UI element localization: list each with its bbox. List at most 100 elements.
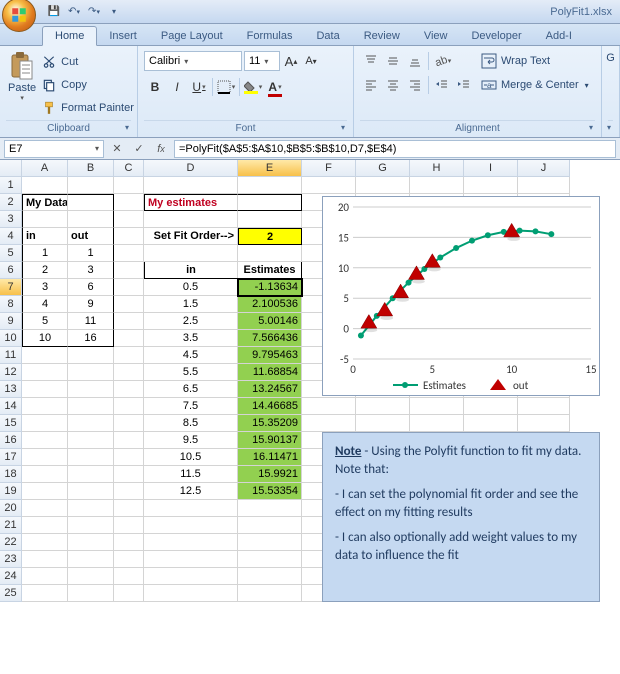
cell[interactable] [114,279,144,296]
cell[interactable] [144,585,238,602]
cell[interactable] [144,568,238,585]
cell[interactable]: 0.5 [144,279,238,296]
cell[interactable] [144,551,238,568]
cell[interactable] [114,313,144,330]
paste-dropdown[interactable]: ▾ [20,94,24,102]
cell[interactable]: 14.46685 [238,398,302,415]
cell[interactable] [238,177,302,194]
cell[interactable] [22,551,68,568]
cell[interactable] [518,415,570,432]
cell[interactable]: 4.5 [144,347,238,364]
row-header[interactable]: 12 [0,364,22,381]
tab-addins[interactable]: Add-I [534,27,584,45]
align-middle-button[interactable] [382,50,404,72]
cell[interactable] [22,585,68,602]
cell[interactable]: 11 [68,313,114,330]
cell[interactable] [302,398,356,415]
cell[interactable] [410,177,464,194]
cell[interactable] [144,211,238,228]
align-bottom-button[interactable] [404,50,426,72]
cell[interactable] [114,432,144,449]
cell[interactable] [68,449,114,466]
row-header[interactable]: 21 [0,517,22,534]
cell[interactable]: 10.5 [144,449,238,466]
cell[interactable] [68,500,114,517]
cell[interactable] [114,262,144,279]
embedded-chart[interactable]: -505101520051015Estimatesout [322,196,600,396]
col-header[interactable]: G [356,160,410,177]
cell[interactable]: -1.13634 [238,279,302,296]
cell[interactable] [114,381,144,398]
cell[interactable] [68,534,114,551]
cell[interactable]: out [68,228,114,245]
cell[interactable] [114,500,144,517]
tab-data[interactable]: Data [304,27,351,45]
cell[interactable] [144,245,238,262]
cell[interactable] [22,449,68,466]
format-painter-button[interactable]: Format Painter [42,98,134,118]
cell[interactable] [22,211,68,228]
cell[interactable] [518,177,570,194]
col-header[interactable]: F [302,160,356,177]
cell[interactable] [410,415,464,432]
cell[interactable] [114,296,144,313]
col-header[interactable]: D [144,160,238,177]
cell[interactable]: 7.566436 [238,330,302,347]
row-header[interactable]: 10 [0,330,22,347]
tab-page-layout[interactable]: Page Layout [149,27,235,45]
cell[interactable]: 15.90137 [238,432,302,449]
cell[interactable] [114,585,144,602]
col-header[interactable]: C [114,160,144,177]
cell[interactable]: in [144,262,238,279]
cell[interactable] [22,415,68,432]
cell[interactable] [68,211,114,228]
cell[interactable] [22,483,68,500]
cell[interactable] [114,415,144,432]
cell[interactable]: 16 [68,330,114,347]
cell[interactable]: 15.35209 [238,415,302,432]
redo-icon[interactable]: ↷▾ [86,4,102,20]
cell[interactable] [356,398,410,415]
cell[interactable] [68,517,114,534]
cell[interactable] [68,432,114,449]
font-color-button[interactable]: A▾ [264,76,286,98]
cell[interactable] [144,534,238,551]
name-box[interactable]: E7▾ [4,140,104,158]
align-right-button[interactable] [404,74,426,96]
cell[interactable] [114,228,144,245]
cell[interactable] [22,177,68,194]
cell[interactable] [68,177,114,194]
fill-color-button[interactable]: ▾ [242,76,264,98]
cell[interactable]: 5.00146 [238,313,302,330]
row-header[interactable]: 6 [0,262,22,279]
cell[interactable]: 11.68854 [238,364,302,381]
cell[interactable] [22,364,68,381]
cell[interactable]: My Data [22,194,68,211]
col-header[interactable]: A [22,160,68,177]
cell[interactable] [22,500,68,517]
wrap-text-button[interactable]: Wrap Text [481,50,589,72]
paste-icon[interactable] [8,50,36,82]
cell[interactable] [22,381,68,398]
cell[interactable]: 3 [68,262,114,279]
cell[interactable] [114,194,144,211]
row-header[interactable]: 2 [0,194,22,211]
cell[interactable] [22,466,68,483]
undo-icon[interactable]: ↶▾ [66,4,82,20]
row-header[interactable]: 3 [0,211,22,228]
font-name-combo[interactable]: Calibri▾ [144,51,242,71]
paste-button[interactable]: Paste [8,82,36,94]
cell[interactable] [114,449,144,466]
copy-button[interactable]: Copy [42,75,134,95]
cell[interactable]: 15.9921 [238,466,302,483]
align-top-button[interactable] [360,50,382,72]
tab-view[interactable]: View [412,27,460,45]
cell[interactable]: 12.5 [144,483,238,500]
cell[interactable] [22,534,68,551]
cell[interactable] [22,568,68,585]
select-all-corner[interactable] [0,160,22,177]
cell[interactable] [68,551,114,568]
cell[interactable]: Set Fit Order--> [144,228,238,245]
row-header[interactable]: 20 [0,500,22,517]
tab-review[interactable]: Review [352,27,412,45]
